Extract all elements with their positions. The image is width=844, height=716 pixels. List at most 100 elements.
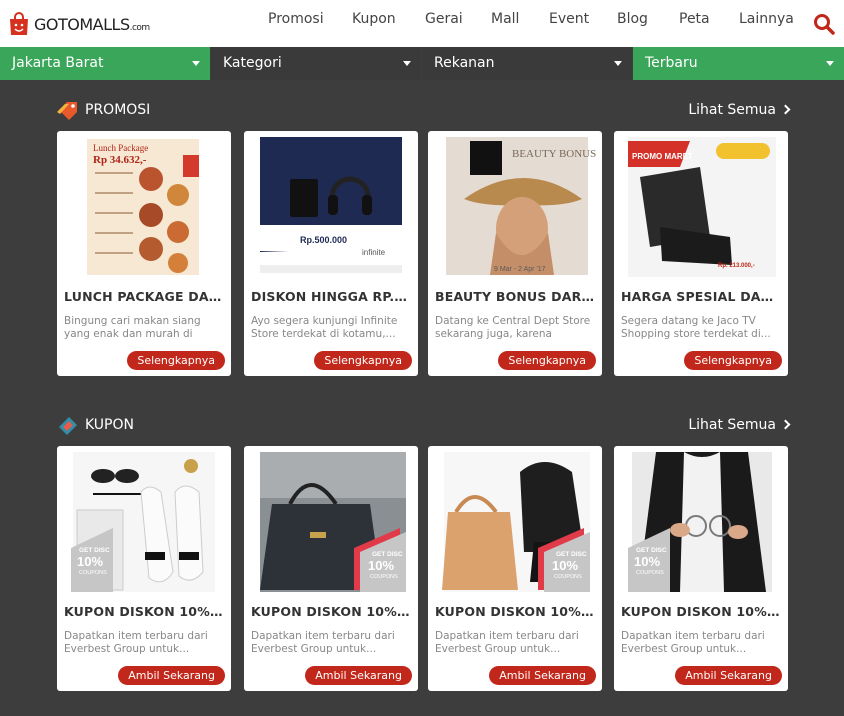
sort-filter-label: Terbaru <box>645 55 698 71</box>
chevron-right-icon <box>780 104 791 115</box>
coupon-card[interactable]: GET DISC 10% COUPONS KUPON DISKON 10% DA… <box>428 446 602 691</box>
svg-text:COUPONS: COUPONS <box>79 570 107 576</box>
card-description: Dapatkan item terbaru dari Everbest Grou… <box>435 630 579 655</box>
logo-suffix: .com <box>129 22 151 33</box>
claim-button[interactable]: Ambil Sekarang <box>489 666 596 685</box>
nav-lainnya[interactable]: Lainnya <box>739 11 794 27</box>
card-description: Bingung cari makan siang yang enak dan m… <box>64 315 201 340</box>
svg-text:PROMO MARET: PROMO MARET <box>632 152 693 161</box>
site-logo[interactable]: GOTOMALLS.com <box>8 10 150 38</box>
card-title[interactable]: KUPON DISKON 10% DARI EVERBEST <box>251 604 411 619</box>
svg-text:GET DISC: GET DISC <box>79 547 110 554</box>
caret-down-icon <box>614 61 622 66</box>
food-menu-image: Lunch Package Rp 34.632,- <box>63 137 225 277</box>
promosi-see-all-link[interactable]: Lihat Semua <box>688 102 791 118</box>
logo-text: GOTOMALLS <box>34 14 130 34</box>
svg-text:COUPONS: COUPONS <box>370 574 398 580</box>
caret-down-icon <box>826 61 834 66</box>
promo-image: PROMO MARET Rp. 213.000,- <box>620 137 782 277</box>
claim-button[interactable]: Ambil Sekarang <box>305 666 412 685</box>
details-button[interactable]: Selengkapnya <box>127 351 225 370</box>
card-description: Segera datang ke Jaco TV Shopping store … <box>621 315 771 340</box>
svg-text:10%: 10% <box>368 558 394 573</box>
kupon-section-header: KUPON Lihat Semua <box>57 415 791 437</box>
shoes-accessories-image: GET DISC 10% COUPONS <box>63 452 225 592</box>
nav-kupon[interactable]: Kupon <box>352 11 396 27</box>
svg-text:COUPONS: COUPONS <box>636 570 664 576</box>
handbag-image: GET DISC 10% COUPONS <box>250 452 412 592</box>
partner-filter-label: Rekanan <box>434 55 495 71</box>
coupon-image: GET DISC 10% COUPONS <box>434 452 596 592</box>
svg-text:10%: 10% <box>634 554 660 569</box>
svg-text:COUPONS: COUPONS <box>554 574 582 580</box>
location-filter-label: Jakarta Barat <box>12 55 104 71</box>
claim-button[interactable]: Ambil Sekarang <box>118 666 225 685</box>
promo-image: Lunch Package Rp 34.632,- <box>63 137 225 277</box>
leather-jacket-image: GET DISC 10% COUPONS <box>620 452 782 592</box>
card-title[interactable]: LUNCH PACKAGE DARI MR. CURRY <box>64 289 224 304</box>
headphone-ad-image: Rp.500.000 infinite <box>250 137 412 277</box>
promo-card[interactable]: Rp.500.000 infinite DISKON HINGGA RP. 50… <box>244 131 418 376</box>
nav-event[interactable]: Event <box>549 11 589 27</box>
details-button[interactable]: Selengkapnya <box>498 351 596 370</box>
promo-card[interactable]: Lunch Package Rp 34.632,- LUNCH PACKAGE … <box>57 131 231 376</box>
coupon-card[interactable]: GET DISC 10% COUPONS KUPON DISKON 10% DA… <box>57 446 231 691</box>
details-button[interactable]: Selengkapnya <box>684 351 782 370</box>
card-description: Dapatkan item terbaru dari Everbest Grou… <box>251 630 395 655</box>
svg-text:Rp 34.632,-: Rp 34.632,- <box>93 154 147 166</box>
grill-pan-ad-image: PROMO MARET Rp. 213.000,- <box>620 137 782 277</box>
nav-mall[interactable]: Mall <box>491 11 519 27</box>
coupon-image: GET DISC 10% COUPONS <box>63 452 225 592</box>
svg-text:Rp.500.000: Rp.500.000 <box>300 235 347 245</box>
card-description: Dapatkan item terbaru dari Everbest Grou… <box>621 630 765 655</box>
sort-filter[interactable]: Terbaru <box>633 47 844 80</box>
promo-card[interactable]: PROMO MARET Rp. 213.000,- HARGA SPESIAL … <box>614 131 788 376</box>
svg-text:GET DISC: GET DISC <box>556 551 587 558</box>
category-filter[interactable]: Kategori <box>211 47 421 80</box>
caret-down-icon <box>192 61 200 66</box>
card-title[interactable]: BEAUTY BONUS DARI CENTRAL <box>435 289 595 304</box>
coupon-icon <box>59 417 77 435</box>
svg-text:10%: 10% <box>77 554 103 569</box>
coupon-card[interactable]: GET DISC 10% COUPONS KUPON DISKON 10% DA… <box>614 446 788 691</box>
top-navbar: GOTOMALLS.com Promosi Kupon Gerai Mall E… <box>0 0 844 47</box>
nav-blog[interactable]: Blog <box>617 11 648 27</box>
promosi-section-header: PROMOSI Lihat Semua <box>57 100 791 122</box>
location-filter[interactable]: Jakarta Barat <box>0 47 210 80</box>
svg-text:10%: 10% <box>552 558 578 573</box>
svg-text:BEAUTY BONUS: BEAUTY BONUS <box>512 148 596 160</box>
bags-image: GET DISC 10% COUPONS <box>434 452 596 592</box>
card-title[interactable]: DISKON HINGGA RP. 500.000 <box>251 289 411 304</box>
promo-card[interactable]: BEAUTY BONUS 9 Mar - 2 Apr '17 BEAUTY BO… <box>428 131 602 376</box>
svg-text:GET DISC: GET DISC <box>636 547 667 554</box>
kupon-see-all-link[interactable]: Lihat Semua <box>688 417 791 433</box>
coupon-image: GET DISC 10% COUPONS <box>620 452 782 592</box>
kupon-title: KUPON <box>85 417 134 433</box>
nav-peta[interactable]: Peta <box>679 11 710 27</box>
card-title[interactable]: HARGA SPESIAL DARI JACO TV <box>621 289 781 304</box>
svg-text:Lunch Package: Lunch Package <box>93 143 148 153</box>
search-icon[interactable] <box>812 12 836 36</box>
see-all-label: Lihat Semua <box>688 102 776 118</box>
card-title[interactable]: KUPON DISKON 10% DARI EVERBEST <box>621 604 781 619</box>
nav-promosi[interactable]: Promosi <box>268 11 324 27</box>
svg-text:GET DISC: GET DISC <box>372 551 403 558</box>
partner-filter[interactable]: Rekanan <box>422 47 632 80</box>
coupon-card[interactable]: GET DISC 10% COUPONS KUPON DISKON 10% DA… <box>244 446 418 691</box>
card-description: Ayo segera kunjungi Infinite Store terde… <box>251 315 398 340</box>
tag-icon <box>57 102 77 120</box>
svg-text:infinite: infinite <box>362 248 386 257</box>
promosi-title: PROMOSI <box>85 102 151 118</box>
claim-button[interactable]: Ambil Sekarang <box>675 666 782 685</box>
category-filter-label: Kategori <box>223 55 282 71</box>
chevron-right-icon <box>780 419 791 430</box>
nav-gerai[interactable]: Gerai <box>425 11 463 27</box>
card-title[interactable]: KUPON DISKON 10% DARI EVERBEST <box>435 604 595 619</box>
svg-text:Rp. 213.000,-: Rp. 213.000,- <box>718 263 755 269</box>
card-title[interactable]: KUPON DISKON 10% DARI EVERBEST <box>64 604 224 619</box>
caret-down-icon <box>403 61 411 66</box>
details-button[interactable]: Selengkapnya <box>314 351 412 370</box>
card-description: Dapatkan item terbaru dari Everbest Grou… <box>64 630 208 655</box>
shopping-bag-icon <box>10 12 28 35</box>
card-description: Datang ke Central Dept Store sekarang ju… <box>435 315 591 340</box>
